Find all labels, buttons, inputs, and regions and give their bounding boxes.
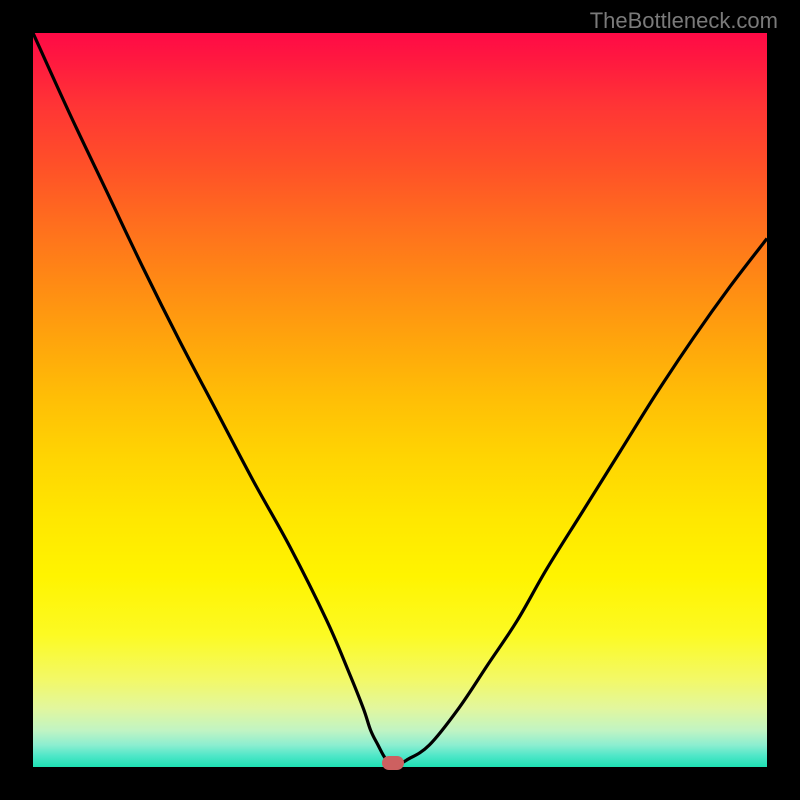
curve-svg — [33, 33, 767, 767]
chart-plot-area — [33, 33, 767, 767]
watermark-text: TheBottleneck.com — [590, 8, 778, 34]
bottleneck-curve-path — [33, 33, 767, 764]
optimal-point-marker — [382, 756, 404, 770]
